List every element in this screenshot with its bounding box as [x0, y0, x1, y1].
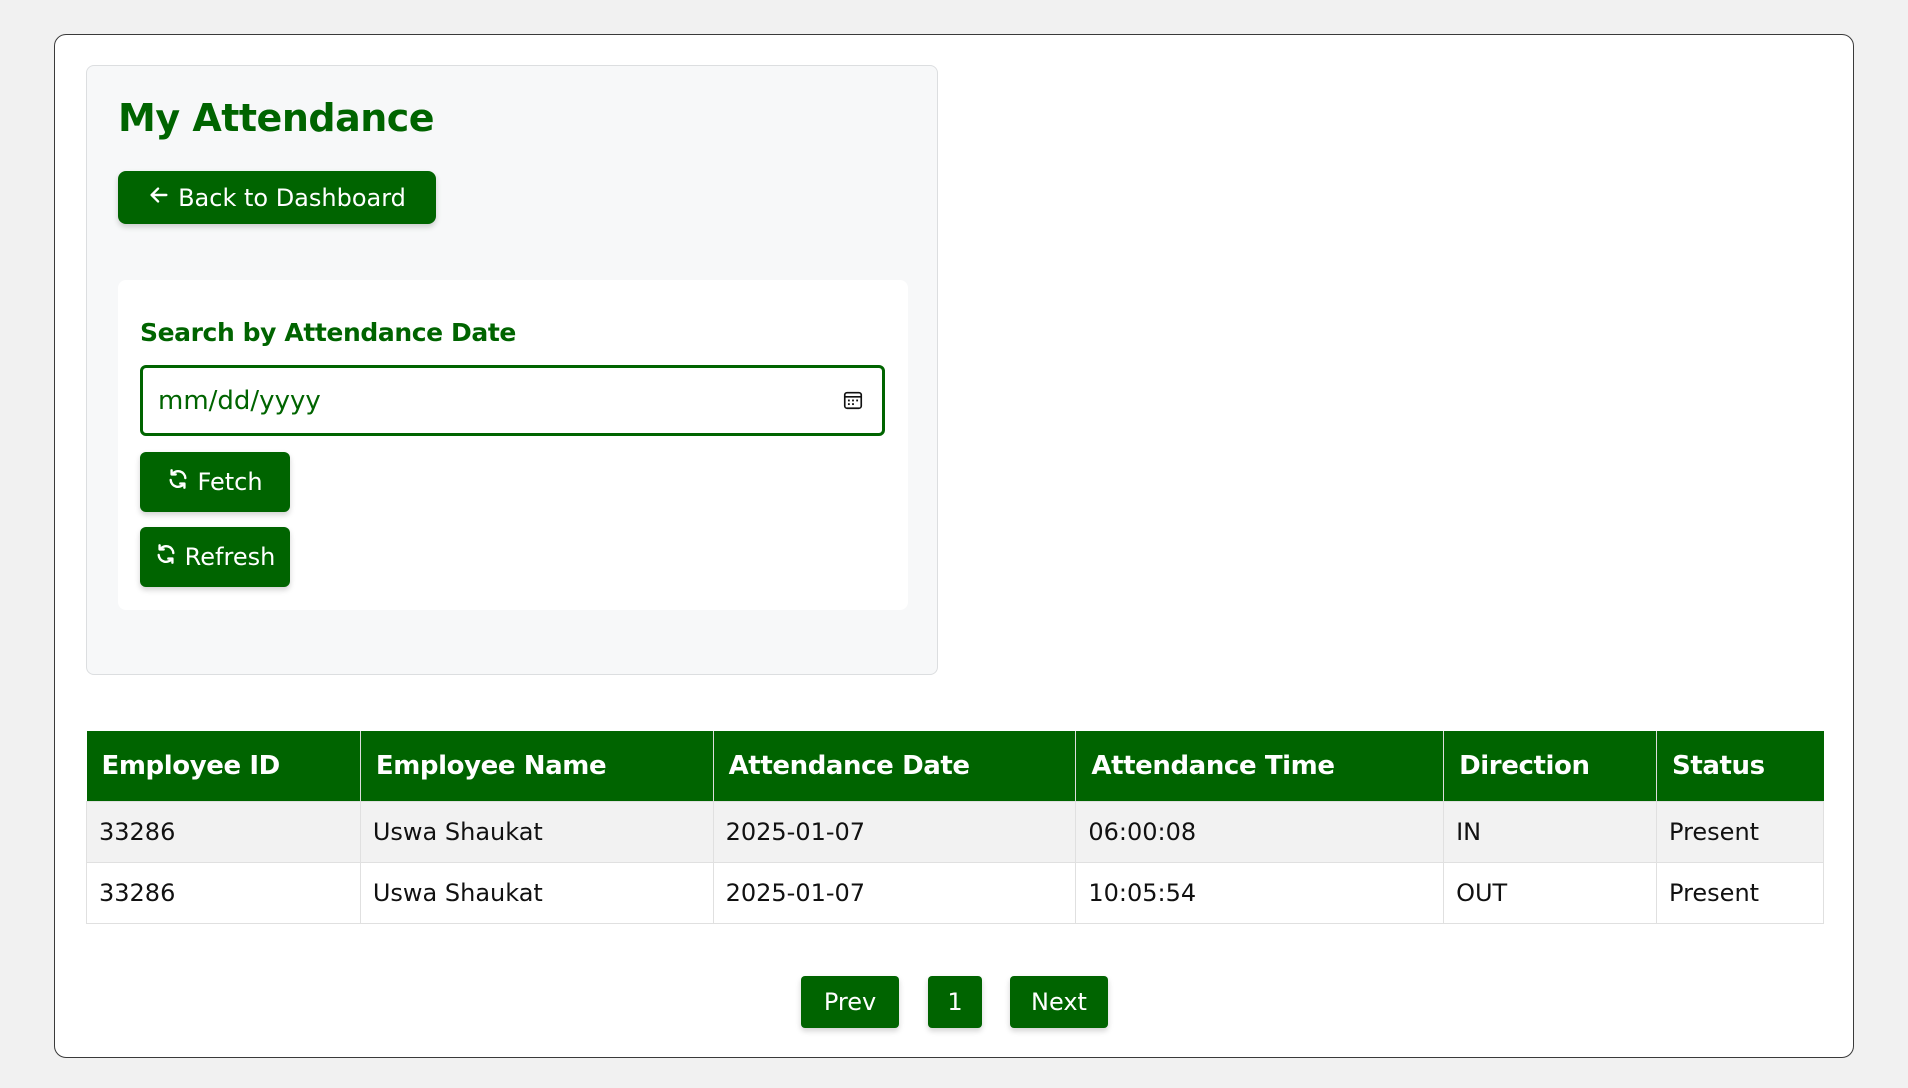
- table-row: 33286 Uswa Shaukat 2025-01-07 10:05:54 O…: [86, 861, 1824, 924]
- fetch-label: Fetch: [197, 468, 263, 496]
- refresh-icon: [155, 543, 177, 571]
- cell-attendance-date: 2025-01-07: [712, 861, 1077, 924]
- search-label: Search by Attendance Date: [140, 318, 516, 347]
- back-to-dashboard-label: Back to Dashboard: [178, 183, 406, 212]
- page-number-button[interactable]: 1: [928, 976, 982, 1028]
- cell-status: Present: [1656, 800, 1824, 863]
- attendance-table: Employee ID Employee Name Attendance Dat…: [86, 731, 1824, 924]
- header-attendance-date: Attendance Date: [713, 731, 1077, 801]
- header-attendance-time: Attendance Time: [1075, 731, 1445, 801]
- pagination: Prev 1 Next: [55, 976, 1853, 1028]
- header-employee-id: Employee ID: [86, 731, 361, 801]
- calendar-icon[interactable]: [842, 389, 864, 415]
- cell-employee-name: Uswa Shaukat: [359, 800, 714, 863]
- cell-attendance-date: 2025-01-07: [712, 800, 1077, 863]
- table-header-row: Employee ID Employee Name Attendance Dat…: [86, 731, 1824, 801]
- page-title: My Attendance: [118, 96, 435, 140]
- header-employee-name: Employee Name: [360, 731, 714, 801]
- refresh-icon: [167, 468, 189, 496]
- cell-attendance-time: 06:00:08: [1075, 800, 1445, 863]
- attendance-panel: My Attendance Back to Dashboard Search b…: [86, 65, 938, 675]
- table-row: 33286 Uswa Shaukat 2025-01-07 06:00:08 I…: [86, 800, 1824, 863]
- next-page-button[interactable]: Next: [1010, 976, 1108, 1028]
- back-to-dashboard-button[interactable]: Back to Dashboard: [118, 171, 436, 224]
- attendance-card: My Attendance Back to Dashboard Search b…: [54, 34, 1854, 1058]
- header-status: Status: [1656, 731, 1824, 801]
- cell-attendance-time: 10:05:54: [1075, 861, 1445, 924]
- cell-employee-id: 33286: [86, 800, 361, 863]
- header-direction: Direction: [1443, 731, 1658, 801]
- date-input[interactable]: mm/dd/yyyy: [140, 365, 885, 436]
- prev-page-button[interactable]: Prev: [801, 976, 899, 1028]
- fetch-button[interactable]: Fetch: [140, 452, 290, 512]
- cell-direction: IN: [1443, 800, 1658, 863]
- arrow-left-icon: [148, 184, 170, 212]
- date-input-placeholder: mm/dd/yyyy: [158, 386, 321, 416]
- refresh-button[interactable]: Refresh: [140, 527, 290, 587]
- refresh-label: Refresh: [184, 543, 276, 571]
- cell-employee-name: Uswa Shaukat: [359, 861, 714, 924]
- cell-status: Present: [1656, 861, 1824, 924]
- search-section: Search by Attendance Date mm/dd/yyyy Fet…: [118, 280, 908, 610]
- cell-employee-id: 33286: [86, 861, 361, 924]
- cell-direction: OUT: [1443, 861, 1658, 924]
